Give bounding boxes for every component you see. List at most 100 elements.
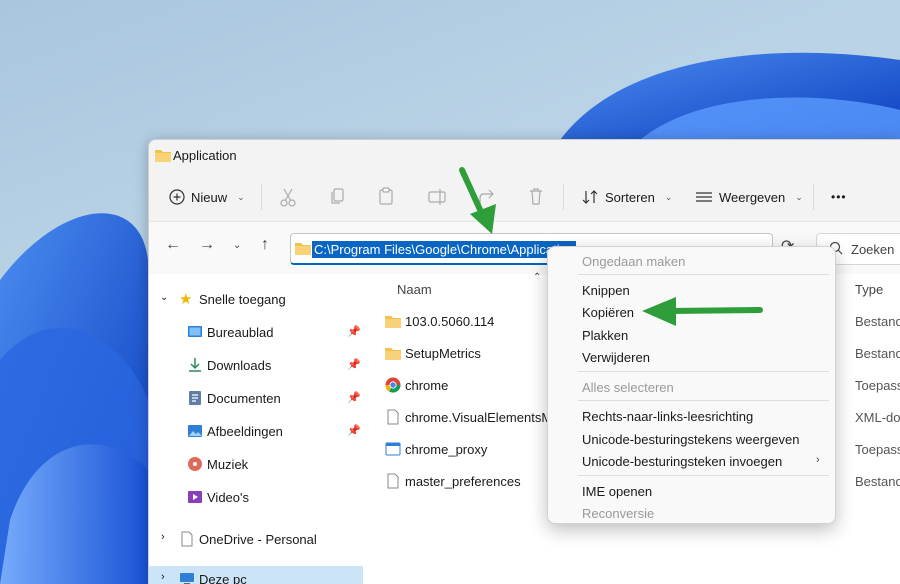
search-placeholder: Zoeken	[851, 242, 895, 257]
file-type: XML-doc	[855, 410, 900, 425]
file-type: Bestand	[855, 314, 900, 329]
file-name: master_preferences	[405, 474, 521, 489]
delete-icon[interactable]	[527, 184, 545, 210]
toolbar-separator	[563, 184, 564, 210]
chevron-down-icon: ⌄	[237, 191, 245, 202]
chevron-right-icon[interactable]: ›	[161, 531, 165, 543]
file-name: SetupMetrics	[405, 346, 481, 361]
nav-item-videos[interactable]: Video's	[149, 484, 363, 510]
sort-label: Sorteren	[605, 189, 655, 205]
pin-icon[interactable]: 📌	[347, 391, 361, 404]
pin-icon[interactable]: 📌	[347, 358, 361, 371]
more-options-button[interactable]: •••	[831, 184, 847, 210]
copy-icon[interactable]	[329, 184, 347, 210]
nav-label: Downloads	[207, 357, 272, 373]
address-path[interactable]: C:\Program Files\Google\Chrome\Applicati…	[312, 241, 577, 258]
nav-this-pc[interactable]: › Deze pc	[149, 566, 363, 584]
command-bar: Nieuw ⌄ Sorteren ⌄ Weergeven ⌄ •••	[149, 172, 900, 222]
menu-item-reconversion[interactable]: Reconversie	[582, 506, 654, 521]
nav-label: Documenten	[207, 390, 281, 406]
desktop-icon	[188, 326, 202, 337]
column-header-type[interactable]: Type	[855, 282, 883, 297]
download-icon	[189, 358, 201, 372]
menu-separator	[578, 274, 829, 275]
menu-item-ime-open[interactable]: IME openen	[582, 484, 652, 499]
new-button[interactable]: Nieuw ⌄	[169, 184, 245, 210]
menu-item-copy[interactable]: Kopiëren	[582, 305, 634, 320]
application-icon	[385, 442, 401, 456]
nav-item-desktop[interactable]: Bureaublad 📌	[149, 319, 363, 345]
file-name: 103.0.5060.114	[405, 314, 495, 329]
nav-item-pictures[interactable]: Afbeeldingen 📌	[149, 418, 363, 444]
nav-label: Bureaublad	[207, 324, 274, 340]
file-icon	[387, 473, 399, 489]
rename-icon[interactable]	[427, 184, 447, 210]
pin-icon[interactable]: 📌	[347, 424, 361, 437]
folder-icon	[155, 150, 171, 162]
view-button[interactable]: Weergeven ⌄	[695, 184, 803, 210]
recent-chevron-icon[interactable]: ⌄	[233, 240, 241, 251]
file-type: Toepass	[855, 442, 900, 457]
column-header-name[interactable]: Naam	[397, 282, 432, 297]
menu-separator	[578, 371, 829, 372]
menu-item-show-unicode[interactable]: Unicode-besturingstekens weergeven	[582, 432, 800, 447]
menu-item-undo[interactable]: Ongedaan maken	[582, 254, 685, 269]
menu-separator	[578, 400, 829, 401]
file-name: chrome.VisualElementsMa	[405, 410, 560, 425]
menu-item-paste[interactable]: Plakken	[582, 328, 628, 343]
video-icon	[188, 491, 202, 503]
view-list-icon	[696, 192, 712, 202]
pin-icon[interactable]: 📌	[347, 325, 361, 338]
chevron-down-icon: ⌄	[664, 191, 673, 202]
chevron-right-icon: ›	[816, 454, 820, 466]
window-title: Application	[173, 148, 237, 163]
folder-icon	[385, 348, 401, 360]
file-type: Bestand	[855, 346, 900, 361]
chevron-down-icon: ⌄	[795, 191, 803, 202]
nav-onedrive[interactable]: › OneDrive - Personal	[149, 526, 363, 552]
chrome-icon	[385, 377, 401, 393]
file-type: Bestand	[855, 474, 900, 489]
nav-item-downloads[interactable]: Downloads 📌	[149, 352, 363, 378]
sort-arrow-icon: ⌃	[533, 272, 542, 283]
back-arrow-icon[interactable]: ←	[165, 236, 181, 254]
up-arrow-icon[interactable]: ↑	[261, 236, 269, 254]
sort-button[interactable]: Sorteren ⌄	[581, 184, 672, 210]
title-bar: Application	[149, 140, 900, 172]
file-name: chrome_proxy	[405, 442, 488, 457]
star-icon: ★	[179, 291, 193, 308]
nav-label: Afbeeldingen	[207, 423, 283, 439]
nav-item-music[interactable]: Muziek	[149, 451, 363, 477]
toolbar-separator	[261, 184, 262, 210]
nav-label: Snelle toegang	[199, 291, 286, 307]
chevron-right-icon[interactable]: ›	[161, 571, 165, 583]
document-icon	[189, 391, 201, 405]
file-icon	[181, 531, 193, 547]
new-label: Nieuw	[191, 189, 228, 205]
nav-label: Muziek	[207, 456, 249, 472]
menu-item-cut[interactable]: Knippen	[582, 283, 630, 298]
nav-item-documents[interactable]: Documenten 📌	[149, 385, 363, 411]
context-menu: Ongedaan maken Knippen Kopiëren Plakken …	[547, 246, 836, 524]
pictures-icon	[188, 425, 202, 437]
plus-circle-icon	[169, 189, 185, 205]
paste-icon[interactable]	[377, 184, 395, 210]
share-icon[interactable]	[477, 184, 497, 210]
file-icon	[387, 409, 399, 425]
toolbar-separator	[813, 184, 814, 210]
nav-label: OneDrive - Personal	[199, 531, 317, 547]
cut-icon[interactable]	[279, 184, 297, 210]
nav-quick-access[interactable]: ⌄ ★ Snelle toegang	[149, 286, 363, 312]
menu-separator	[578, 475, 829, 476]
menu-item-rtl[interactable]: Rechts-naar-links-leesrichting	[582, 409, 753, 424]
menu-item-insert-unicode[interactable]: Unicode-besturingsteken invoegen	[582, 454, 782, 469]
file-type: Toepass	[855, 378, 900, 393]
music-icon	[188, 457, 202, 471]
view-label: Weergeven	[719, 189, 786, 205]
menu-item-select-all[interactable]: Alles selecteren	[582, 380, 674, 395]
menu-item-delete[interactable]: Verwijderen	[582, 350, 650, 365]
navigation-pane: ⌄ ★ Snelle toegang Bureaublad 📌 Download…	[149, 274, 363, 584]
chevron-down-icon[interactable]: ⌄	[160, 292, 168, 303]
nav-label: Deze pc	[199, 571, 247, 584]
forward-arrow-icon[interactable]: →	[199, 236, 215, 254]
